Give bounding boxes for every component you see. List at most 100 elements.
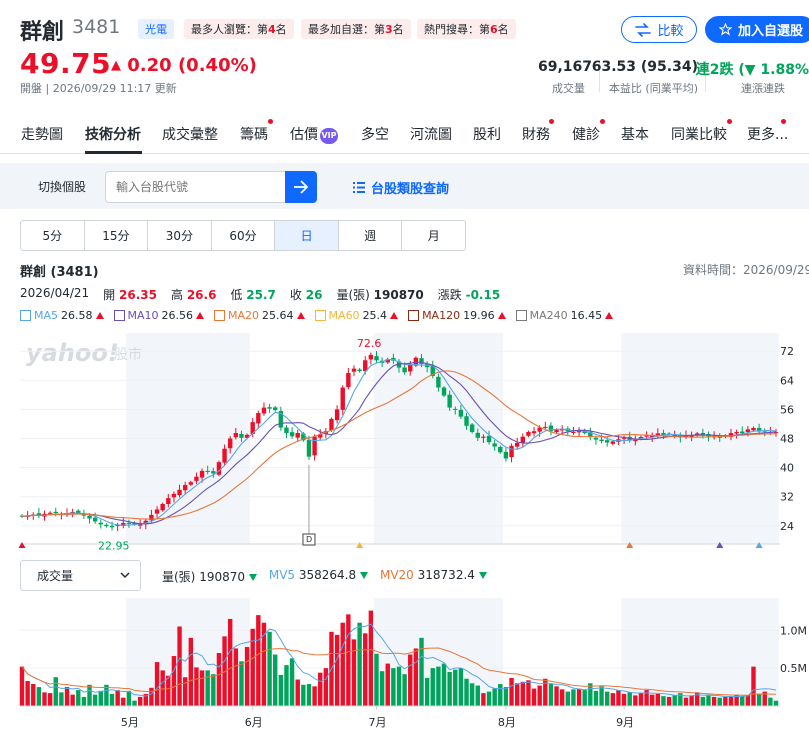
volume-bar bbox=[756, 693, 762, 706]
stat-pe-value: 63.53 (95.34) bbox=[591, 59, 698, 75]
tab-river[interactable]: 河流圖 bbox=[410, 124, 452, 144]
volume-tick-label: 1.0M bbox=[780, 624, 807, 637]
tab-technical[interactable]: 技術分析 bbox=[85, 124, 141, 144]
candle-body bbox=[199, 470, 205, 478]
period-60min[interactable]: 60分 bbox=[212, 221, 276, 250]
candle bbox=[340, 385, 345, 415]
candle bbox=[576, 427, 582, 437]
ma20-legend[interactable]: MA20 25.64 bbox=[214, 309, 305, 322]
indicator-select[interactable]: 成交量 bbox=[20, 560, 141, 591]
list-icon bbox=[353, 182, 365, 193]
candle-body bbox=[126, 522, 132, 524]
volume-chart[interactable]: 1.0M 0.5M 5月 6月 7月 8月 9月 bbox=[0, 598, 809, 732]
tab-health[interactable]: 健診 bbox=[572, 124, 600, 144]
candle bbox=[98, 519, 103, 529]
period-30min[interactable]: 30分 bbox=[148, 221, 212, 250]
candle-body bbox=[604, 440, 610, 443]
volume-bar bbox=[25, 681, 30, 706]
candle-body bbox=[216, 462, 222, 475]
volume-bar bbox=[149, 687, 154, 706]
sector-tag[interactable]: 光電 bbox=[138, 19, 174, 39]
volume-bar bbox=[188, 637, 194, 706]
period-day[interactable]: 日 bbox=[275, 221, 339, 250]
tab-peer-compare[interactable]: 同業比較 bbox=[671, 124, 727, 144]
checkbox-icon bbox=[214, 310, 226, 321]
up-triangle-icon bbox=[390, 312, 399, 319]
tab-bull-bear[interactable]: 多空 bbox=[361, 124, 389, 144]
candle-body bbox=[593, 437, 599, 440]
volume-bar bbox=[81, 696, 87, 706]
volume-bar bbox=[447, 671, 452, 706]
ma5-legend[interactable]: MA5 26.58 bbox=[20, 309, 104, 322]
tab-valuation[interactable]: 估價 VIP bbox=[290, 124, 338, 144]
volume-bar bbox=[633, 695, 638, 706]
period-5min[interactable]: 5分 bbox=[21, 221, 85, 250]
volume-bar bbox=[334, 634, 340, 706]
volume-tick-label: 0.5M bbox=[780, 662, 807, 675]
search-submit-button[interactable] bbox=[285, 171, 317, 203]
candle-body bbox=[621, 438, 627, 440]
add-watchlist-button[interactable]: 加入自選股 bbox=[705, 16, 809, 43]
candle bbox=[312, 434, 317, 461]
dividend-marker[interactable]: D bbox=[302, 533, 316, 546]
up-triangle-icon bbox=[296, 312, 305, 319]
volume-bar bbox=[576, 688, 582, 706]
candle-body bbox=[351, 368, 357, 372]
candle-body bbox=[655, 433, 661, 436]
up-triangle-icon bbox=[497, 312, 506, 319]
candle bbox=[289, 427, 295, 439]
volume-bar bbox=[655, 693, 661, 706]
up-triangle-icon bbox=[196, 312, 205, 319]
ma60-legend[interactable]: MA60 25.4 bbox=[314, 309, 399, 322]
candle-body bbox=[571, 431, 576, 433]
candle-body bbox=[526, 431, 531, 436]
candle-body bbox=[475, 432, 480, 438]
tab-dividend[interactable]: 股利 bbox=[473, 124, 501, 144]
volume-bar bbox=[537, 685, 542, 706]
volume-bar bbox=[233, 648, 239, 706]
candle-body bbox=[47, 512, 53, 514]
volume-bar bbox=[644, 690, 649, 706]
volume-bar bbox=[171, 656, 177, 706]
tab-basic[interactable]: 基本 bbox=[621, 124, 649, 144]
stat-volume-label: 成交量 bbox=[552, 82, 585, 95]
period-15min[interactable]: 15分 bbox=[85, 221, 149, 250]
candle bbox=[216, 460, 222, 477]
volume-bar bbox=[289, 658, 295, 706]
price-tick-label: 24 bbox=[780, 520, 794, 533]
category-lookup-link[interactable]: 台股類股查詢 bbox=[353, 178, 449, 197]
volume-bar bbox=[464, 678, 469, 706]
volume-bar bbox=[683, 697, 689, 706]
ma10-legend[interactable]: MA10 26.56 bbox=[113, 309, 205, 322]
volume-bar bbox=[357, 622, 362, 706]
volume-bar bbox=[728, 696, 734, 706]
down-triangle-icon bbox=[248, 574, 257, 581]
candle bbox=[36, 508, 42, 518]
volume-bar bbox=[723, 696, 728, 706]
period-month[interactable]: 月 bbox=[402, 221, 465, 250]
ma240-legend[interactable]: MA240 16.45 bbox=[515, 309, 614, 322]
watermark-suffix: 股市 bbox=[114, 346, 142, 363]
volume-bar bbox=[278, 674, 284, 706]
notification-dot bbox=[781, 119, 786, 124]
price-chart[interactable]: yahoo! 股市 72 64 56 48 40 32 24 72.6 22.95 D bbox=[0, 325, 809, 550]
tab-more[interactable]: 更多... bbox=[747, 124, 788, 144]
volume-bar bbox=[475, 685, 480, 706]
ma120-legend[interactable]: MA120 19.96 bbox=[408, 309, 506, 322]
volume-bar bbox=[514, 683, 520, 706]
stock-search-input[interactable] bbox=[105, 171, 285, 203]
candle bbox=[514, 437, 520, 450]
candle-body bbox=[312, 436, 317, 456]
tab-summary[interactable]: 成交彙整 bbox=[162, 124, 218, 144]
candle-body bbox=[740, 431, 745, 434]
tab-financial[interactable]: 財務 bbox=[522, 124, 550, 144]
tab-trend[interactable]: 走勢圖 bbox=[21, 124, 63, 144]
mv20-readout: MV20 318732.4 bbox=[380, 568, 487, 585]
volume-bar bbox=[666, 696, 672, 706]
period-week[interactable]: 週 bbox=[339, 221, 403, 250]
tab-chips[interactable]: 籌碼 bbox=[240, 124, 268, 144]
month-label: 7月 bbox=[368, 716, 386, 729]
candle-body bbox=[87, 515, 92, 519]
compare-button[interactable]: 比較 bbox=[621, 16, 697, 43]
volume-bar bbox=[351, 639, 357, 706]
